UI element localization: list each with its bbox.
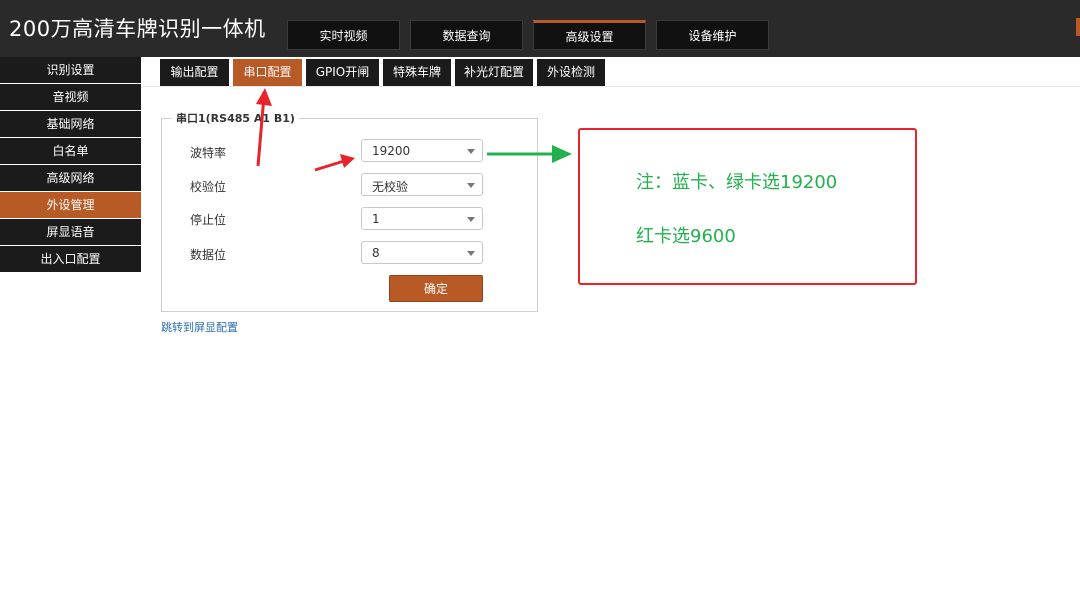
tab-gpio[interactable]: GPIO开闸 bbox=[306, 59, 379, 86]
app-title: 200万高清车牌识别一体机 bbox=[9, 17, 266, 41]
baud-rate-value: 19200 bbox=[372, 144, 411, 158]
sidebar-item-peripheral[interactable]: 外设管理 bbox=[0, 192, 141, 219]
serial-port-fieldset: 串口1(RS485 A1 B1) 波特率 19200 校验位 无校验 停止位 1… bbox=[161, 110, 538, 312]
annotation-line-1: 注：蓝卡、绿卡选19200 bbox=[636, 172, 838, 193]
tab-fill-light[interactable]: 补光灯配置 bbox=[455, 59, 533, 86]
confirm-button[interactable]: 确定 bbox=[389, 275, 483, 302]
sidebar-item-recognition[interactable]: 识别设置 bbox=[0, 57, 141, 84]
nav-advanced-settings[interactable]: 高级设置 bbox=[533, 20, 646, 50]
tab-serial-config[interactable]: 串口配置 bbox=[233, 59, 302, 86]
annotation-note-box: 注：蓝卡、绿卡选19200 红卡选9600 bbox=[578, 128, 917, 285]
chevron-down-icon bbox=[467, 217, 475, 222]
tab-divider bbox=[141, 86, 1080, 87]
stop-bits-value: 1 bbox=[372, 212, 380, 226]
sidebar-item-audio-video[interactable]: 音视频 bbox=[0, 84, 141, 111]
tab-peripheral-check[interactable]: 外设检测 bbox=[537, 59, 605, 86]
nav-device-maintenance[interactable]: 设备维护 bbox=[656, 20, 769, 50]
data-bits-label: 数据位 bbox=[190, 248, 227, 262]
sidebar-item-basic-network[interactable]: 基础网络 bbox=[0, 111, 141, 138]
sidebar-item-whitelist[interactable]: 白名单 bbox=[0, 138, 141, 165]
chevron-down-icon bbox=[467, 183, 475, 188]
stop-bits-select[interactable]: 1 bbox=[361, 207, 483, 230]
sidebar-item-entry-exit[interactable]: 出入口配置 bbox=[0, 246, 141, 273]
sidebar-item-advanced-network[interactable]: 高级网络 bbox=[0, 165, 141, 192]
corner-accent bbox=[1076, 18, 1080, 36]
tab-special-plate[interactable]: 特殊车牌 bbox=[383, 59, 451, 86]
jump-to-display-config-link[interactable]: 跳转到屏显配置 bbox=[161, 319, 238, 335]
baud-rate-select[interactable]: 19200 bbox=[361, 139, 483, 162]
sidebar: 识别设置 音视频 基础网络 白名单 高级网络 外设管理 屏显语音 出入口配置 bbox=[0, 57, 141, 273]
annotation-line-2: 红卡选9600 bbox=[636, 226, 736, 247]
nav-data-query[interactable]: 数据查询 bbox=[410, 20, 523, 50]
parity-label: 校验位 bbox=[190, 180, 227, 194]
nav-realtime-video[interactable]: 实时视频 bbox=[287, 20, 400, 50]
data-bits-select[interactable]: 8 bbox=[361, 241, 483, 264]
baud-rate-label: 波特率 bbox=[190, 146, 227, 160]
stop-bits-label: 停止位 bbox=[190, 213, 227, 227]
tab-output-config[interactable]: 输出配置 bbox=[160, 59, 229, 86]
chevron-down-icon bbox=[467, 251, 475, 256]
sidebar-item-display-voice[interactable]: 屏显语音 bbox=[0, 219, 141, 246]
data-bits-value: 8 bbox=[372, 246, 380, 260]
parity-select[interactable]: 无校验 bbox=[361, 173, 483, 196]
fieldset-legend: 串口1(RS485 A1 B1) bbox=[172, 110, 299, 126]
chevron-down-icon bbox=[467, 149, 475, 154]
top-bar: 200万高清车牌识别一体机 实时视频 数据查询 高级设置 设备维护 bbox=[0, 0, 1080, 57]
parity-value: 无校验 bbox=[372, 180, 409, 194]
